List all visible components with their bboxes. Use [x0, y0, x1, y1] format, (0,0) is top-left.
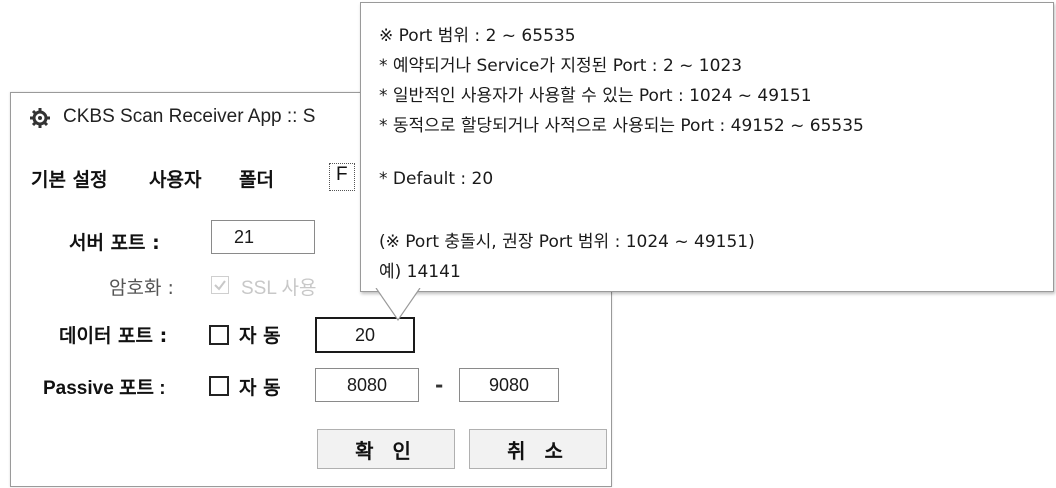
- tooltip-line: 예) 14141: [379, 262, 461, 282]
- server-port-label: 서버 포트 :: [69, 232, 160, 254]
- tooltip-line: * 일반적인 사용자가 사용할 수 있는 Port : 1024 ~ 49151: [379, 86, 812, 106]
- tooltip-line: ※ Port 범위 : 2 ~ 65535: [379, 26, 576, 46]
- ssl-checkbox: [211, 276, 229, 294]
- passive-port-auto-label: 자 동: [239, 377, 281, 399]
- data-port-auto-label: 자 동: [239, 325, 281, 347]
- tooltip-line: (※ Port 충돌시, 권장 Port 범위 : 1024 ~ 49151): [379, 232, 755, 252]
- tab-basic-settings[interactable]: 기본 설정: [31, 165, 108, 192]
- tooltip-line: * 예약되거나 Service가 지정된 Port : 2 ~ 1023: [379, 56, 743, 76]
- passive-port-auto-checkbox[interactable]: [209, 376, 229, 396]
- passive-port-label: Passive 포트 :: [43, 378, 166, 399]
- window-title: CKBS Scan Receiver App :: S: [63, 106, 316, 127]
- passive-port-to-input[interactable]: 9080: [459, 368, 559, 402]
- data-port-label: 데이터 포트 :: [59, 325, 168, 347]
- ok-button[interactable]: 확 인: [317, 429, 455, 469]
- passive-port-from-input[interactable]: 8080: [315, 368, 419, 402]
- server-port-input[interactable]: 21: [211, 220, 315, 254]
- data-port-auto-checkbox[interactable]: [209, 325, 229, 345]
- port-help-tooltip: ※ Port 범위 : 2 ~ 65535 * 예약되거나 Service가 지…: [360, 2, 1054, 292]
- tooltip-line: * Default : 20: [379, 169, 494, 189]
- cancel-button[interactable]: 취 소: [469, 429, 607, 469]
- ssl-label: SSL 사용: [241, 278, 317, 299]
- encryption-label: 암호화 :: [109, 277, 174, 299]
- check-icon: [214, 280, 226, 291]
- tab-ftp[interactable]: F: [329, 163, 355, 191]
- tooltip-pointer: [375, 288, 421, 322]
- tab-users[interactable]: 사용자: [149, 165, 201, 192]
- data-port-input[interactable]: 20: [315, 317, 415, 353]
- tooltip-line: * 동적으로 할당되거나 사적으로 사용되는 Port : 49152 ~ 65…: [379, 116, 864, 136]
- gear-app-icon: [29, 107, 51, 129]
- tab-folders[interactable]: 폴더: [239, 165, 274, 192]
- range-separator: -: [435, 373, 444, 397]
